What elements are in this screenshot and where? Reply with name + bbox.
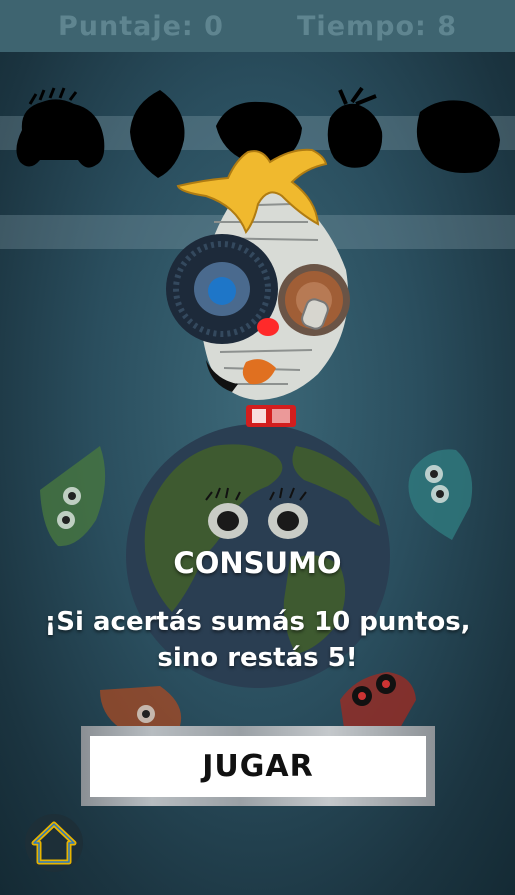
instructions-line-1: ¡Si acertás sumás 10 puntos, bbox=[44, 607, 471, 637]
play-button[interactable]: JUGAR bbox=[90, 736, 426, 797]
can-lid-eye-icon bbox=[278, 264, 350, 336]
home-button[interactable] bbox=[25, 814, 83, 872]
instructions-line-2: sino restás 5! bbox=[157, 643, 358, 673]
silhouette-blob-icon bbox=[416, 100, 500, 173]
instructions-text: ¡Si acertás sumás 10 puntos, sino restás… bbox=[20, 604, 495, 676]
home-icon bbox=[31, 821, 77, 865]
silhouette-fruit-icon bbox=[327, 86, 383, 168]
soda-can-icon bbox=[246, 405, 296, 427]
silhouette-leaf-icon bbox=[130, 90, 185, 178]
clown-nose-icon bbox=[257, 318, 279, 336]
category-title: CONSUMO bbox=[173, 546, 342, 580]
silhouette-tire-icon bbox=[16, 87, 105, 168]
recycled-face-mascot bbox=[166, 148, 350, 427]
